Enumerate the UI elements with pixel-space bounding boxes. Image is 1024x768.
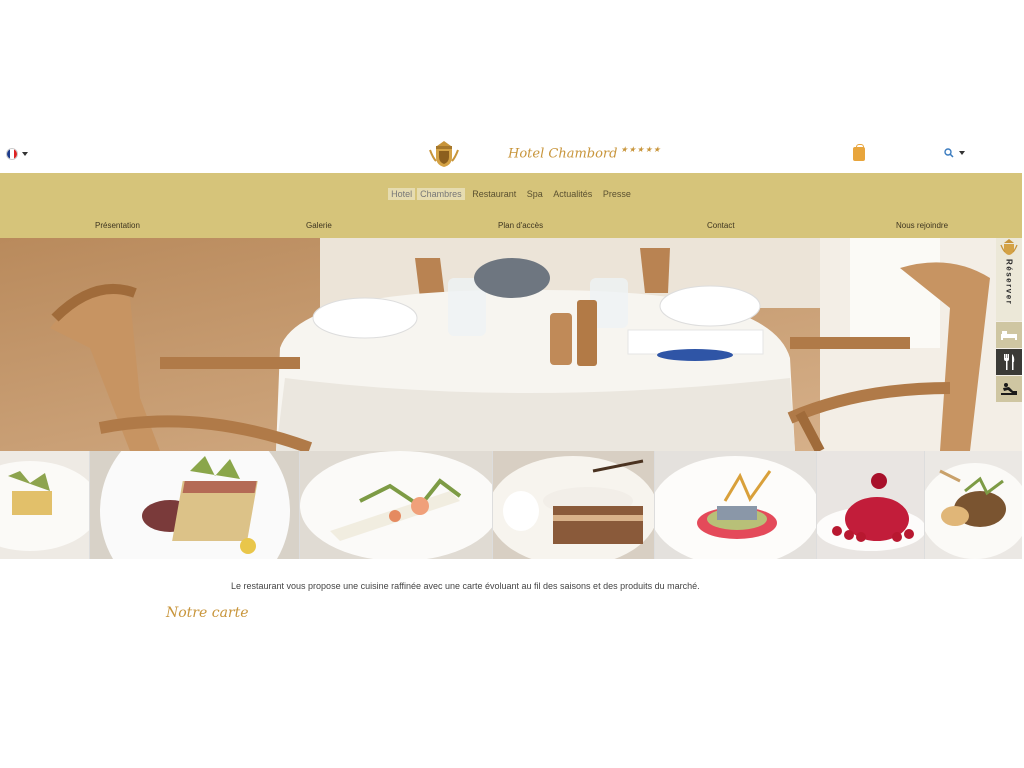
book-room-button[interactable] <box>996 322 1022 348</box>
search-icon <box>944 148 954 158</box>
gallery-thumb[interactable] <box>90 451 300 559</box>
hero-image <box>0 238 1022 451</box>
bed-icon <box>1001 331 1017 340</box>
gallery-thumb[interactable] <box>300 451 493 559</box>
gallery-thumb[interactable] <box>493 451 655 559</box>
language-selector[interactable] <box>6 148 28 160</box>
book-spa-button[interactable] <box>996 376 1022 402</box>
gallery-thumb[interactable] <box>817 451 925 559</box>
nav-presse[interactable]: Presse <box>600 188 634 200</box>
hotel-crest-logo[interactable] <box>428 139 460 169</box>
hotel-crest-icon <box>1000 239 1018 255</box>
dish-gallery <box>0 451 1022 559</box>
gallery-thumb[interactable] <box>925 451 1022 559</box>
subnav-galerie[interactable]: Galerie <box>306 221 332 230</box>
notre-carte-heading[interactable]: Notre carte <box>166 605 249 621</box>
subnav-contact[interactable]: Contact <box>707 221 735 230</box>
chevron-down-icon <box>22 152 28 156</box>
booking-sidebar: Réserver <box>996 238 1022 402</box>
restaurant-table-photo <box>0 238 1022 451</box>
reserve-label: Réserver <box>1004 259 1014 306</box>
dish-photo <box>0 451 89 559</box>
nav-restaurant[interactable]: Restaurant <box>469 188 519 200</box>
dish-photo <box>817 451 924 559</box>
chevron-down-icon <box>959 151 965 155</box>
dish-photo <box>90 451 299 559</box>
star-rating: ★★★★★ <box>620 145 662 154</box>
gallery-thumb[interactable] <box>655 451 817 559</box>
dish-photo <box>493 451 654 559</box>
site-header: Hotel Chambord ★★★★★ <box>0 137 1022 173</box>
restaurant-intro: Le restaurant vous propose une cuisine r… <box>231 581 700 591</box>
book-restaurant-button[interactable] <box>996 349 1022 375</box>
brand-name[interactable]: Hotel Chambord ★★★★★ <box>508 145 661 161</box>
subnav-plan-acces[interactable]: Plan d'accès <box>498 221 543 230</box>
dish-photo <box>925 451 1022 559</box>
sub-nav: Présentation Galerie Plan d'accès Contac… <box>0 221 1022 235</box>
utensils-icon <box>1004 354 1015 370</box>
brand-text: Hotel Chambord <box>508 146 618 162</box>
nav-chambres[interactable]: Chambres <box>417 188 465 200</box>
subnav-nous-rejoindre[interactable]: Nous rejoindre <box>896 221 948 230</box>
nav-hotel[interactable]: Hotel <box>388 188 416 200</box>
main-navigation: Hotel Chambres Restaurant Spa Actualités … <box>0 173 1022 238</box>
search-button[interactable] <box>944 148 965 158</box>
dish-photo <box>655 451 816 559</box>
reserve-button[interactable]: Réserver <box>996 238 1022 321</box>
gallery-thumb[interactable] <box>0 451 90 559</box>
spa-icon <box>1001 383 1017 395</box>
fr-flag-icon <box>6 148 18 160</box>
top-nav: Hotel Chambres Restaurant Spa Actualités … <box>0 188 1022 200</box>
dish-photo <box>300 451 492 559</box>
shopping-bag-icon[interactable] <box>853 144 865 161</box>
nav-actualites[interactable]: Actualités <box>550 188 595 200</box>
subnav-presentation[interactable]: Présentation <box>95 221 140 230</box>
nav-spa[interactable]: Spa <box>524 188 546 200</box>
